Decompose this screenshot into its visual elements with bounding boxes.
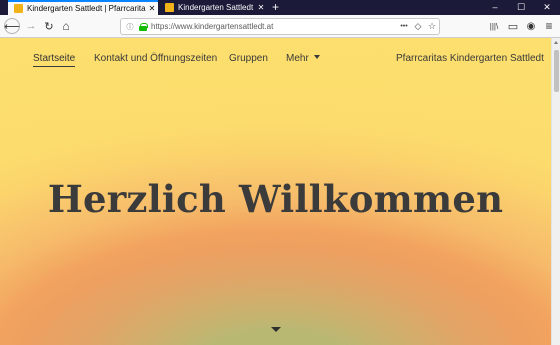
- tab-kindergarten-sattledt-active[interactable]: Kindergarten Sattledt | Pfarrcaritas K ✕: [8, 0, 158, 15]
- library-icon[interactable]: |||\: [486, 18, 502, 34]
- nav-item-gruppen[interactable]: Gruppen: [229, 53, 268, 64]
- reload-icon[interactable]: ↻: [41, 18, 57, 34]
- lock-icon[interactable]: [139, 22, 148, 31]
- page-scrollbar[interactable]: [551, 38, 560, 345]
- page-actions-icon[interactable]: •••: [397, 23, 411, 30]
- hero-title: Herzlich Willkommen: [47, 177, 504, 221]
- minimize-icon[interactable]: –: [482, 0, 508, 15]
- new-tab-button[interactable]: +: [272, 0, 279, 15]
- tab-kindergarten-sattledt[interactable]: Kindergarten Sattledt ✕: [159, 0, 267, 15]
- bookmark-star-icon[interactable]: ☆: [425, 21, 439, 32]
- nav-item-label: Mehr: [286, 53, 309, 64]
- url-bar[interactable]: ⓘ https://www.kindergartensattledt.at ••…: [120, 18, 440, 35]
- info-icon[interactable]: ⓘ: [124, 22, 136, 32]
- navigation-toolbar: ⟵ → ↻ ⌂ ⓘ https://www.kindergartensattle…: [0, 15, 560, 38]
- hamburger-menu-icon[interactable]: ≡: [541, 18, 557, 34]
- window-controls: – ☐ ✕: [482, 0, 560, 15]
- nav-item-startseite[interactable]: Startseite: [33, 53, 76, 67]
- tab-title: Kindergarten Sattledt | Pfarrcaritas K: [27, 4, 146, 13]
- site-navigation: Startseite Kontakt und Öffnungszeiten Gr…: [0, 38, 551, 80]
- tab-strip: Kindergarten Sattledt | Pfarrcaritas K ✕…: [0, 0, 560, 15]
- close-tab-icon[interactable]: ✕: [255, 3, 267, 12]
- home-icon[interactable]: ⌂: [58, 18, 74, 34]
- account-icon[interactable]: ◉: [523, 18, 539, 34]
- page-content: Startseite Kontakt und Öffnungszeiten Gr…: [0, 38, 551, 345]
- site-brand[interactable]: Pfarrcaritas Kindergarten Sattledt: [396, 53, 544, 64]
- sidebar-icon[interactable]: ▭: [505, 18, 521, 34]
- maximize-icon[interactable]: ☐: [508, 0, 534, 15]
- scroll-up-icon[interactable]: [554, 41, 558, 44]
- chevron-down-icon: [313, 55, 320, 59]
- url-text[interactable]: https://www.kindergartensattledt.at: [151, 22, 397, 31]
- nav-item-mehr[interactable]: Mehr: [286, 53, 320, 64]
- site-favicon-icon: [14, 4, 23, 13]
- tab-title: Kindergarten Sattledt: [178, 3, 254, 12]
- close-window-icon[interactable]: ✕: [534, 0, 560, 15]
- close-tab-icon[interactable]: ✕: [146, 4, 158, 13]
- site-favicon-icon: [165, 3, 174, 12]
- pocket-icon[interactable]: ◇: [411, 21, 425, 32]
- forward-icon[interactable]: →: [23, 18, 39, 34]
- back-icon[interactable]: ⟵: [4, 18, 20, 34]
- nav-item-kontakt[interactable]: Kontakt und Öffnungszeiten: [94, 53, 217, 64]
- scroll-down-arrow-icon[interactable]: [271, 327, 281, 332]
- scrollbar-thumb[interactable]: [554, 50, 559, 92]
